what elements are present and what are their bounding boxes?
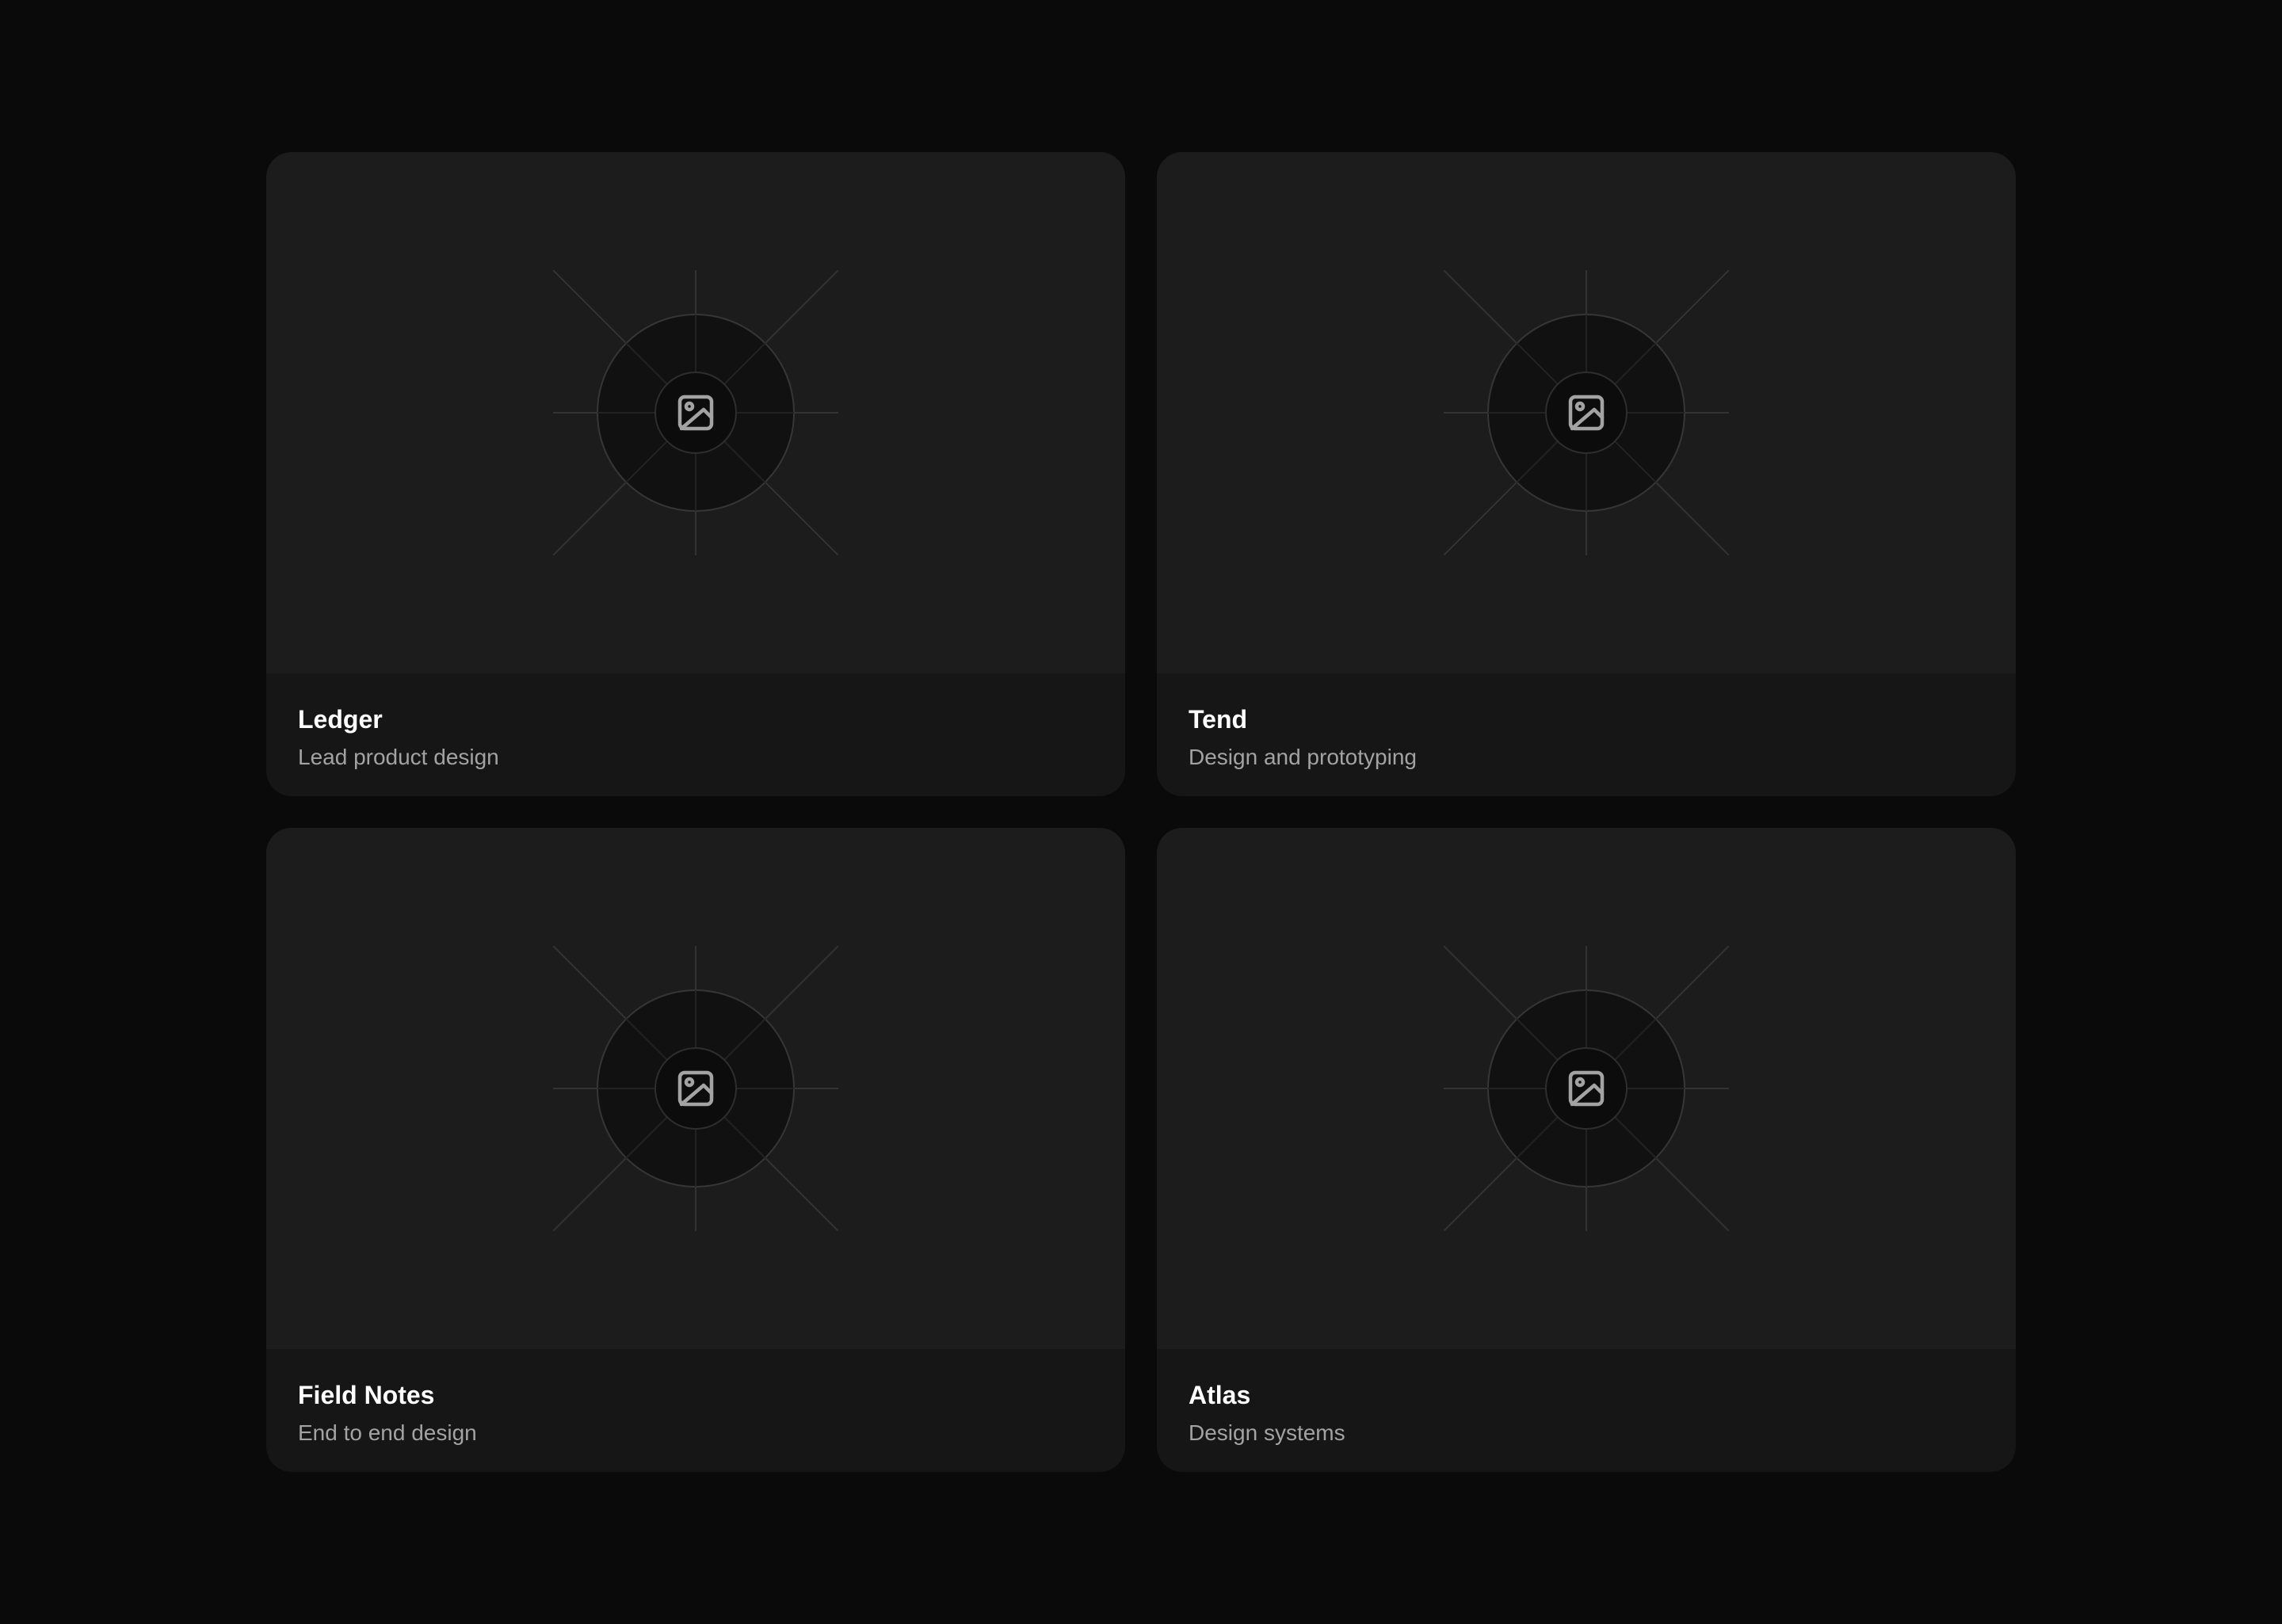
project-card-field-notes[interactable]: Field Notes End to end design: [266, 828, 1125, 1472]
project-card-atlas[interactable]: Atlas Design systems: [1157, 828, 2016, 1472]
image-placeholder-icon: [1444, 946, 1729, 1231]
project-meta: Tend Design and prototyping: [1157, 673, 2016, 772]
project-thumbnail: [266, 152, 1125, 673]
project-thumbnail: [266, 828, 1125, 1349]
project-title: Atlas: [1189, 1381, 1251, 1409]
project-card-ledger[interactable]: Ledger Lead product design: [266, 152, 1125, 796]
project-role: Design and prototyping: [1189, 745, 1417, 769]
project-role: Design systems: [1189, 1420, 1345, 1445]
project-card-tend[interactable]: Tend Design and prototyping: [1157, 152, 2016, 796]
image-placeholder-icon: [1444, 270, 1729, 555]
project-role: Lead product design: [298, 745, 499, 769]
project-title: Tend: [1189, 705, 1248, 734]
project-title: Field Notes: [298, 1381, 435, 1409]
project-meta: Ledger Lead product design: [266, 673, 1125, 772]
project-meta: Field Notes End to end design: [266, 1349, 1125, 1447]
project-role: End to end design: [298, 1420, 477, 1445]
image-placeholder-icon: [553, 270, 838, 555]
project-title: Ledger: [298, 705, 383, 734]
project-meta: Atlas Design systems: [1157, 1349, 2016, 1447]
image-placeholder-icon: [553, 946, 838, 1231]
project-grid: Ledger Lead product design Tend Design a…: [266, 152, 2016, 1472]
project-thumbnail: [1157, 152, 2016, 673]
project-thumbnail: [1157, 828, 2016, 1349]
